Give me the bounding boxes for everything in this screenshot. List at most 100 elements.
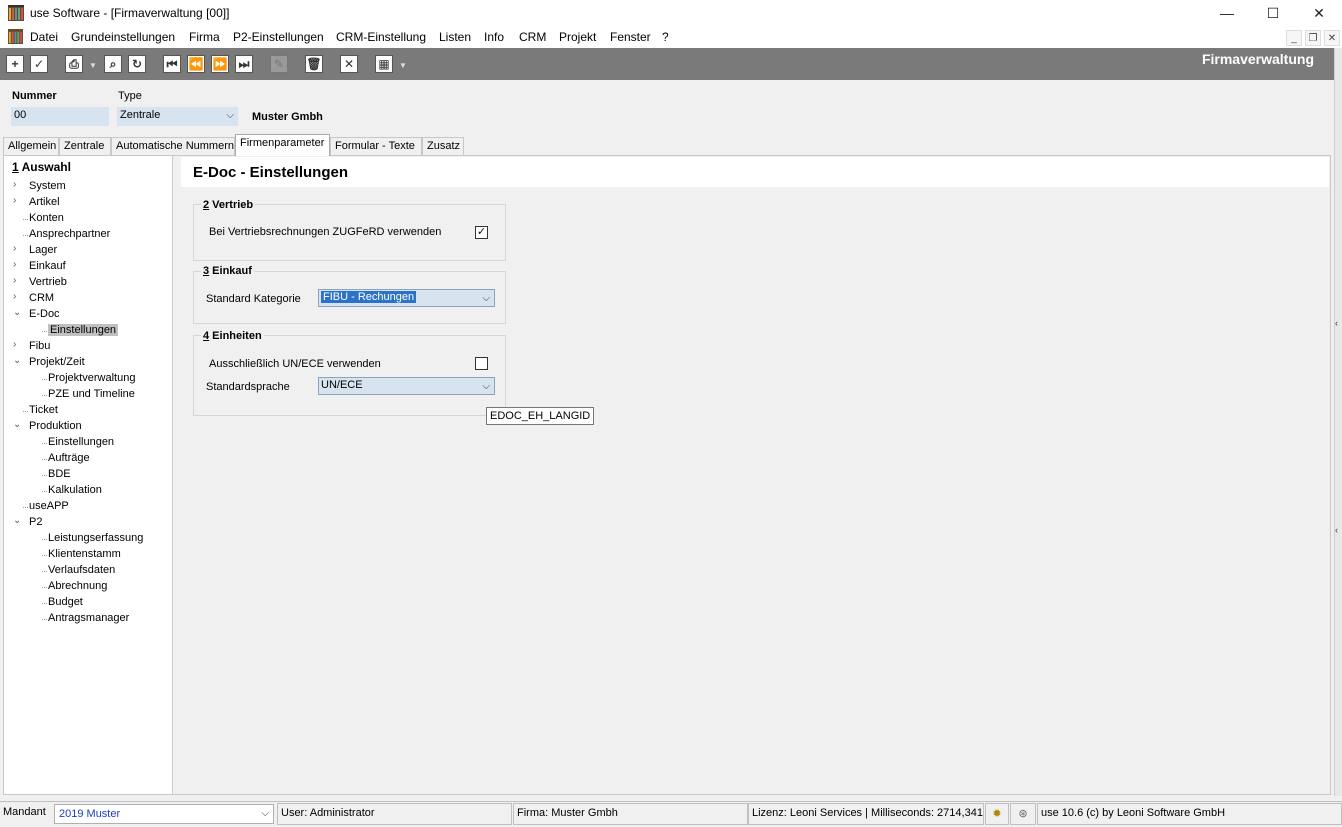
tree-item-bde[interactable]: BDE [42,468,71,480]
menu-p2-einstellungen[interactable]: P2-Einstellungen [233,30,324,44]
menu-projekt[interactable]: Projekt [559,30,596,44]
menu-fenster[interactable]: Fenster [610,30,651,44]
tree-item-klientenstamm[interactable]: Klientenstamm [42,548,121,560]
chevron-right-icon[interactable]: › [13,259,23,270]
mandant-select[interactable]: 2019 Muster ⌵ [54,804,274,824]
chevron-down-icon[interactable]: ⌄ [13,355,23,366]
type-select[interactable]: Zentrale ⌵ [117,107,238,126]
chevron-down-icon[interactable]: ⌄ [13,515,23,526]
tree-item-pze-und-timeline[interactable]: PZE und Timeline [42,388,135,400]
tree-item-ansprechpartner[interactable]: Ansprechpartner [23,228,110,240]
mdi-minimize-button[interactable]: _ [1286,30,1302,46]
maximize-button[interactable]: ☐ [1250,0,1296,26]
tree-item-crm[interactable]: › CRM [13,291,54,304]
side-panel-handle[interactable]: ‹ ‹ [1334,48,1342,796]
menu-help[interactable]: ? [662,30,669,44]
add-icon[interactable]: + [6,55,24,73]
mdi-close-button[interactable]: ✕ [1324,30,1340,46]
edit-icon[interactable]: ✎ [270,55,288,73]
tab-zusatz[interactable]: Zusatz [422,137,464,155]
tree-header: 1 Auswahl [12,160,71,174]
tree-item-budget[interactable]: Budget [42,596,83,608]
tree-item-system[interactable]: › System [13,179,66,192]
chevron-down-icon[interactable]: ⌄ [13,307,23,318]
refresh-icon[interactable]: ↻ [128,55,146,73]
tree-item-abrechnung[interactable]: Abrechnung [42,580,107,592]
print-icon[interactable]: ⎙ [65,55,83,73]
tree-item-projektverwaltung[interactable]: Projektverwaltung [42,372,135,384]
last-record-icon[interactable]: ⏭ [235,55,253,73]
previous-record-icon[interactable]: ⏪ [187,55,205,73]
tab-firmenparameter[interactable]: Firmenparameter [235,134,330,156]
tree-item-verlaufsdaten[interactable]: Verlaufsdaten [42,564,115,576]
menu-firma[interactable]: Firma [189,30,220,44]
tree-item-artikel[interactable]: › Artikel [13,195,60,208]
tree-item-kalkulation[interactable]: Kalkulation [42,484,102,496]
menu-crm[interactable]: CRM [519,30,546,44]
tree-item-aufträge[interactable]: Aufträge [42,452,90,464]
tree-item-einstellungen[interactable]: Einstellungen [42,436,114,448]
sprache-select[interactable]: UN/ECE ⌵ [318,377,495,395]
tree-item-fibu[interactable]: › Fibu [13,339,51,352]
next-record-icon[interactable]: ⏩ [211,55,229,73]
app-menu-icon[interactable] [8,29,23,44]
tree-item-konten[interactable]: Konten [23,212,64,224]
tree-connector [23,507,28,508]
tree-item-label: Konten [29,212,64,224]
minimize-button[interactable]: — [1204,0,1250,26]
chevron-right-icon[interactable]: › [13,339,23,350]
tree-item-einstellungen[interactable]: Einstellungen [42,324,119,336]
chevron-right-icon[interactable]: › [13,179,23,190]
chevron-down-icon: ⌵ [261,808,269,819]
tree-item-e-doc[interactable]: ⌄ E-Doc [13,307,60,320]
chevron-down-icon: ⌵ [482,293,490,304]
search-icon[interactable]: ⌕ [104,55,122,73]
chevron-right-icon[interactable]: › [13,275,23,286]
close-button[interactable]: ✕ [1296,0,1342,26]
first-record-icon[interactable]: ⏮ [163,55,181,73]
check-icon[interactable]: ✓ [30,55,48,73]
chevron-right-icon[interactable]: › [13,243,23,254]
kategorie-select[interactable]: FIBU - Rechungen ⌵ [318,289,495,307]
tree-item-projekt-zeit[interactable]: ⌄ Projekt/Zeit [13,355,85,368]
menu-crm-einstellung[interactable]: CRM-Einstellung [336,30,426,44]
tree-item-label: Klientenstamm [48,548,121,560]
cancel-icon[interactable]: ✕ [340,55,358,73]
menu-datei[interactable]: Datei [30,30,58,44]
tree-item-produktion[interactable]: ⌄ Produktion [13,419,82,432]
print-dropdown-icon[interactable]: ▼ [89,61,97,70]
menu-grundeinstellungen[interactable]: Grundeinstellungen [71,30,175,44]
tree-item-einkauf[interactable]: › Einkauf [13,259,66,272]
tab-allgemein[interactable]: Allgemein [3,137,59,155]
tree-connector [42,395,47,396]
grid-icon[interactable]: ▦ [375,55,393,73]
tab-zentrale[interactable]: Zentrale [59,137,111,155]
chevron-down-icon: ⌵ [482,381,490,392]
chevron-right-icon[interactable]: › [13,291,23,302]
tab-automatische-nummern[interactable]: Automatische Nummern [111,137,235,155]
connection-icon[interactable]: ⊛ [1010,803,1036,825]
tree-item-ticket[interactable]: Ticket [23,404,58,416]
grid-dropdown-icon[interactable]: ▼ [399,61,407,70]
delete-icon[interactable]: 🗑 [305,55,323,73]
tree-connector [42,603,47,604]
tree-item-lager[interactable]: › Lager [13,243,57,256]
menu-info[interactable]: Info [484,30,504,44]
chevron-right-icon[interactable]: › [13,195,23,206]
tree-item-p2[interactable]: ⌄ P2 [13,515,42,528]
app-logo-icon [8,5,24,21]
tree-item-label: Fibu [29,340,51,352]
tree-item-vertrieb[interactable]: › Vertrieb [13,275,67,288]
nummer-input[interactable]: 00 [11,107,109,126]
tab-formular-texte[interactable]: Formular - Texte [330,137,422,155]
tree-item-useapp[interactable]: useAPP [23,500,69,512]
debug-icon[interactable]: ✹ [985,803,1009,825]
zugferd-checkbox[interactable]: ✓ [475,226,488,239]
unece-checkbox[interactable] [475,357,488,370]
tree-item-leistungserfassung[interactable]: Leistungserfassung [42,532,143,544]
tree-connector [42,459,47,460]
tree-item-antragsmanager[interactable]: Antragsmanager [42,612,129,624]
menu-listen[interactable]: Listen [439,30,471,44]
mdi-restore-button[interactable]: ❐ [1305,30,1321,46]
chevron-down-icon[interactable]: ⌄ [13,419,23,430]
